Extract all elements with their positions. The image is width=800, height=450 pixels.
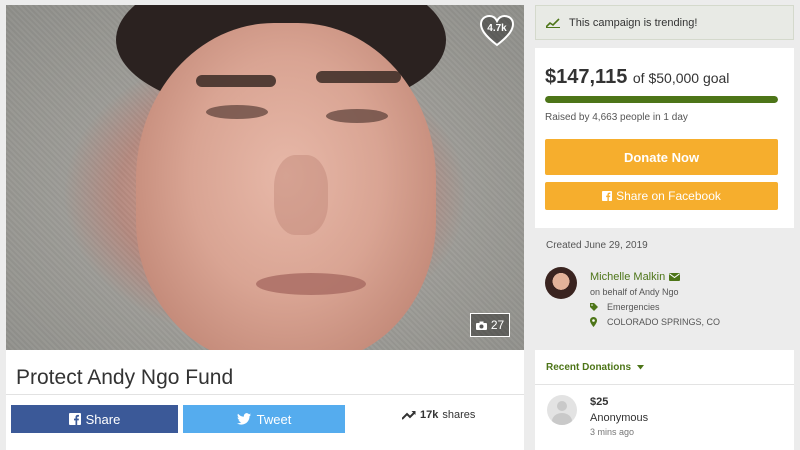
donate-now-button[interactable]: Donate Now	[545, 139, 778, 175]
location-row: COLORADO SPRINGS, CO	[590, 317, 720, 327]
photo-gallery-button[interactable]: 27	[470, 313, 510, 337]
shares-count: 17k	[420, 409, 439, 421]
donation-item: $25 Anonymous 3 mins ago	[535, 385, 794, 450]
facebook-share-label: Share	[85, 411, 121, 427]
category-link[interactable]: Emergencies	[607, 302, 660, 312]
twitter-share-button[interactable]: Tweet	[183, 405, 345, 433]
facebook-icon	[602, 191, 613, 201]
category-row: Emergencies	[590, 302, 660, 312]
like-heart-button[interactable]: 4.7k	[479, 14, 515, 47]
campaign-photo[interactable]: 4.7k 27	[6, 5, 524, 350]
organizer-name-row: Michelle Malkin	[590, 271, 681, 283]
photo-left-brow	[196, 75, 276, 87]
donation-time: 3 mins ago	[590, 427, 635, 437]
photo-left-eye	[206, 105, 268, 119]
raised-by-text: Raised by 4,663 people in 1 day	[545, 112, 688, 123]
photo-right-brow	[316, 71, 401, 83]
organizer-block: Michelle Malkin on behalf of Andy Ngo Em…	[545, 267, 795, 337]
trending-banner: This campaign is trending!	[535, 5, 794, 40]
campaign-title-bar: Protect Andy Ngo Fund	[6, 350, 524, 395]
campaign-column: 4.7k 27 Protect Andy Ngo Fund Share Twee…	[6, 5, 524, 450]
envelope-icon[interactable]	[669, 273, 681, 281]
raised-amount-line: $147,115 of $50,000 goal	[545, 66, 729, 89]
donor-name: Anonymous	[590, 412, 649, 424]
organizer-name[interactable]: Michelle Malkin	[590, 271, 665, 283]
recent-donations-toggle[interactable]: Recent Donations	[535, 350, 794, 385]
progress-bar	[545, 96, 778, 103]
share-on-facebook-label: Share on Facebook	[616, 189, 721, 203]
trend-chart-icon	[546, 17, 560, 28]
tag-icon	[590, 303, 598, 311]
donor-avatar-icon	[547, 395, 577, 425]
on-behalf-text: on behalf of Andy Ngo	[590, 287, 679, 297]
trending-arrow-icon	[402, 411, 416, 420]
recent-donations-label: Recent Donations	[546, 361, 632, 373]
share-on-facebook-button[interactable]: Share on Facebook	[545, 182, 778, 210]
created-date: Created June 29, 2019	[546, 240, 648, 251]
camera-icon	[475, 321, 487, 330]
shares-label: shares	[442, 409, 476, 421]
facebook-share-button[interactable]: Share	[11, 405, 178, 433]
donation-panel: $147,115 of $50,000 goal Raised by 4,663…	[535, 48, 794, 228]
caret-down-icon	[637, 364, 645, 369]
photo-right-eye	[326, 109, 388, 123]
like-count: 4.7k	[487, 23, 507, 34]
photo-nose	[274, 155, 328, 235]
twitter-icon	[236, 413, 251, 425]
facebook-icon	[68, 413, 81, 425]
shares-counter: 17k shares	[402, 409, 475, 421]
share-row: Share Tweet 17k shares	[6, 395, 524, 450]
organizer-avatar[interactable]	[545, 267, 577, 299]
donation-amount: $25	[590, 396, 609, 408]
photo-mouth	[256, 273, 366, 295]
twitter-share-label: Tweet	[256, 411, 292, 427]
progress-fill	[545, 96, 778, 103]
campaign-title: Protect Andy Ngo Fund	[16, 366, 234, 389]
trending-text: This campaign is trending!	[569, 16, 698, 29]
photo-count: 27	[490, 318, 505, 332]
map-pin-icon	[590, 317, 597, 327]
raised-amount: $147,115	[545, 66, 628, 88]
location-text: COLORADO SPRINGS, CO	[607, 317, 721, 327]
goal-text: of $50,000 goal	[632, 70, 730, 86]
